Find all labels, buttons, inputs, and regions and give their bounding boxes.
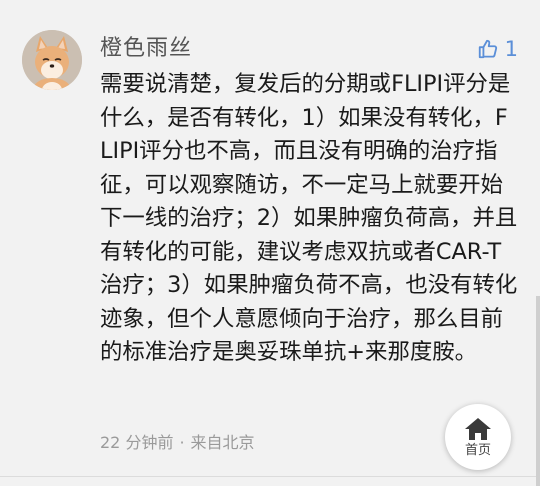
avatar-shiba-icon <box>22 30 82 90</box>
home-label: 首页 <box>464 442 491 458</box>
comment-meta: 22 分钟前 · 来自北京 <box>100 432 255 454</box>
like-count: 1 <box>504 37 518 61</box>
comment-text: 需要说清楚，复发后的分期或FLIPI评分是什么，是否有转化，1）如果没有转化，F… <box>100 71 518 365</box>
like-button[interactable]: 1 <box>477 35 518 63</box>
comment-card: 橙色雨丝 1 需要说清楚，复发后的分期或FLIPI评分是什么，是否有转化，1）如… <box>0 0 540 486</box>
scrollbar[interactable] <box>536 296 540 486</box>
thumbs-up-icon <box>477 38 499 60</box>
home-icon <box>465 417 491 440</box>
divider <box>0 476 540 477</box>
comment-location: 来自北京 <box>190 433 255 452</box>
comment-time: 22 分钟前 <box>100 433 174 452</box>
avatar[interactable] <box>22 30 82 90</box>
home-button[interactable]: 首页 <box>445 404 511 470</box>
meta-separator: · <box>179 433 185 452</box>
comment-username[interactable]: 橙色雨丝 <box>100 34 192 64</box>
